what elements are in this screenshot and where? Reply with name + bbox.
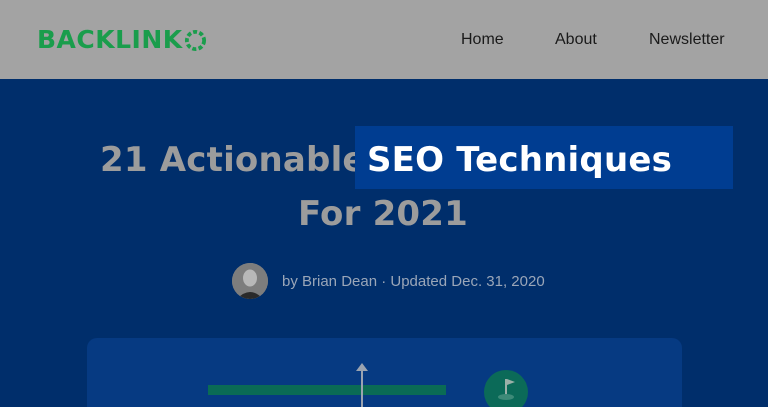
flag-circle-icon	[484, 370, 528, 407]
nav-about-link[interactable]: About	[555, 30, 597, 50]
author-avatar[interactable]	[232, 263, 268, 299]
main-nav: Home About Newsletter	[0, 0, 768, 79]
nav-home-link[interactable]: Home	[461, 30, 504, 50]
title-highlight: SEO Techniques	[367, 140, 673, 180]
preview-card	[87, 338, 682, 407]
title-line2: For 2021	[0, 194, 768, 234]
up-arrow-icon	[356, 363, 368, 407]
byline: by Brian Dean · Updated Dec. 31, 2020	[232, 263, 545, 299]
byline-text: by Brian Dean · Updated Dec. 31, 2020	[282, 272, 545, 290]
nav-newsletter-link[interactable]: Newsletter	[649, 30, 725, 50]
title-part1: 21 Actionable	[100, 140, 366, 180]
site-header: BACKLINK Home About Newsletter	[0, 0, 768, 79]
card-green-bar	[208, 385, 446, 395]
title-line2-text: For 2021	[297, 194, 469, 234]
